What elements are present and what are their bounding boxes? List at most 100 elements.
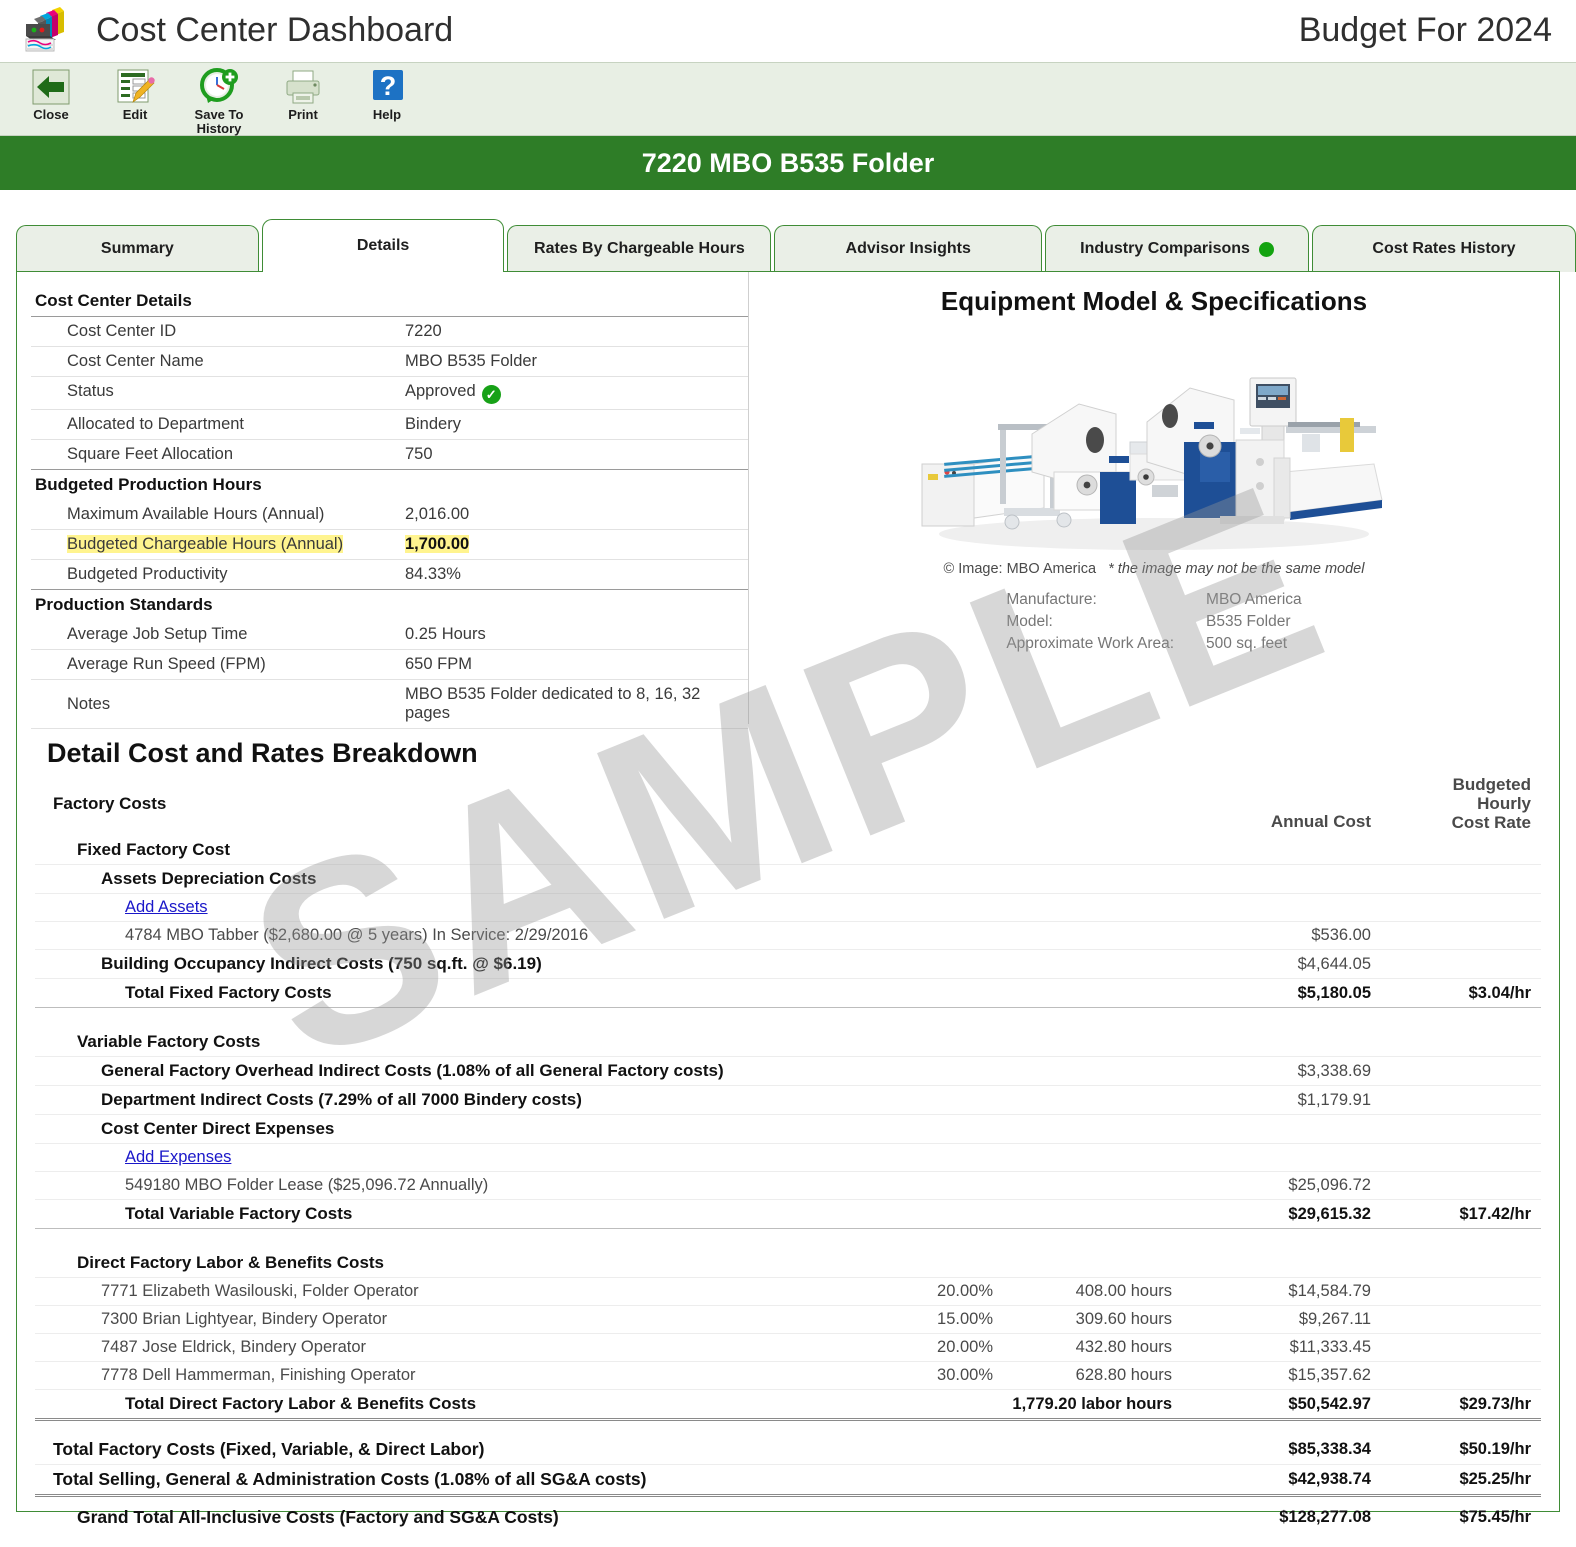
empty-cell <box>995 921 1194 950</box>
factory-costs-group-title: Factory Costs <box>53 793 167 813</box>
employee-hours: 408.00 hours <box>995 1277 1194 1306</box>
subsection-title: Direct Factory Labor & Benefits Costs <box>35 1249 881 1278</box>
group-assets-depreciation: Assets Depreciation Costs <box>35 864 1541 894</box>
spacer-row <box>35 1008 1541 1029</box>
row-label: Budgeted Chargeable Hours (Annual) <box>31 529 401 560</box>
table-row: Status Approved ✓ <box>31 376 748 410</box>
table-row: Building Occupancy Indirect Costs (750 s… <box>35 949 1541 979</box>
tab-rates-by-chargeable-hours[interactable]: Rates By Chargeable Hours <box>507 225 772 272</box>
save-to-history-button[interactable]: Save To History <box>188 63 250 135</box>
total-sga-costs-row: Total Selling, General & Administration … <box>35 1464 1541 1497</box>
spacer-hours <box>995 771 1194 836</box>
total-rate: $50.19/hr <box>1379 1435 1541 1465</box>
empty-cell <box>881 978 995 1008</box>
back-arrow-icon <box>31 67 71 107</box>
details-panel: Cost Center Details Cost Center ID 7220 … <box>16 271 1560 1527</box>
tab-strip: Summary Details Rates By Chargeable Hour… <box>0 216 1576 272</box>
empty-cell <box>881 1028 995 1057</box>
row-value: 7220 <box>401 316 748 347</box>
table-row: Budgeted Productivity 84.33% <box>31 559 748 590</box>
close-button[interactable]: Close <box>20 63 82 121</box>
breakdown-title: Detail Cost and Rates Breakdown <box>47 738 478 768</box>
total-rate: $29.73/hr <box>1379 1389 1541 1420</box>
dashboard-page: Cost Center Dashboard Budget For 2024 Cl… <box>0 0 1576 1547</box>
row-label: Square Feet Allocation <box>31 439 401 470</box>
row-label: Maximum Available Hours (Annual) <box>31 500 401 530</box>
spacer-row <box>35 1418 1541 1435</box>
subsection-direct-factory-labor: Direct Factory Labor & Benefits Costs <box>35 1249 1541 1278</box>
empty-cell <box>1379 893 1541 922</box>
tab-industry-comparisons[interactable]: Industry Comparisons <box>1045 225 1310 272</box>
add-expenses-cell: Add Expenses <box>35 1143 881 1172</box>
help-button-label: Help <box>372 107 402 122</box>
empty-cell <box>881 1496 995 1533</box>
total-label: Total Direct Factory Labor & Benefits Co… <box>35 1389 881 1420</box>
add-assets-link[interactable]: Add Assets <box>125 898 208 916</box>
empty-cell <box>1379 1171 1541 1200</box>
total-amount: $29,615.32 <box>1194 1199 1379 1229</box>
toolbar: Close Edit Save To History Print ? Help <box>0 62 1576 136</box>
group-title: Assets Depreciation Costs <box>35 864 881 894</box>
empty-cell <box>1194 1143 1379 1172</box>
expense-label: 549180 MBO Folder Lease ($25,096.72 Annu… <box>35 1171 881 1200</box>
tab-details[interactable]: Details <box>261 219 505 272</box>
empty-cell <box>1379 1277 1541 1306</box>
employee-label: 7487 Jose Eldrick, Bindery Operator <box>35 1333 881 1362</box>
print-button-label: Print <box>288 107 318 122</box>
employee-percent: 20.00% <box>881 1333 995 1362</box>
tab-summary[interactable]: Summary <box>16 225 259 272</box>
empty-cell <box>881 1056 995 1086</box>
row-value: 650 FPM <box>401 649 748 680</box>
empty-cell <box>995 864 1194 894</box>
tab-industry-comparisons-label: Industry Comparisons <box>1080 240 1250 257</box>
subsection-title: Fixed Factory Cost <box>35 836 881 865</box>
table-row: 7487 Jose Eldrick, Bindery Operator 20.0… <box>35 1333 1541 1362</box>
empty-cell <box>995 1056 1194 1086</box>
empty-cell <box>881 1249 995 1278</box>
section-title: Budgeted Production Hours <box>35 475 262 494</box>
rate-header-line3: Cost Rate <box>1451 813 1531 832</box>
page-title: Cost Center Dashboard <box>96 11 454 49</box>
group-title: Cost Center Direct Expenses <box>35 1114 881 1144</box>
equipment-specs: Manufacture: MBO America Model: B535 Fol… <box>749 589 1559 655</box>
table-row: 7300 Brian Lightyear, Bindery Operator 1… <box>35 1305 1541 1334</box>
empty-cell <box>995 1171 1194 1200</box>
grand-total-rate: $75.45/hr <box>1459 1508 1531 1526</box>
empty-cell <box>995 1496 1194 1533</box>
breakdown-column-headers: Factory Costs Annual Cost Budgeted Hourl… <box>35 771 1541 836</box>
printer-cartridges-icon <box>22 6 84 58</box>
row-label: Average Job Setup Time <box>31 620 401 650</box>
tab-cost-rates-history[interactable]: Cost Rates History <box>1312 225 1576 272</box>
empty-cell <box>881 864 995 894</box>
empty-cell <box>1379 1249 1541 1278</box>
table-row: 549180 MBO Folder Lease ($25,096.72 Annu… <box>35 1171 1541 1200</box>
employee-hours: 432.80 hours <box>995 1333 1194 1362</box>
table-row: Allocated to Department Bindery <box>31 409 748 440</box>
empty-cell <box>881 1171 995 1200</box>
add-expenses-link[interactable]: Add Expenses <box>125 1148 231 1166</box>
tab-advisor-insights[interactable]: Advisor Insights <box>774 225 1043 272</box>
spec-value: MBO America <box>1206 591 1302 608</box>
rate-header-line2: Hourly <box>1477 794 1531 813</box>
row-label: Cost Center ID <box>31 316 401 347</box>
empty-cell <box>995 978 1194 1008</box>
status-value: Approved <box>405 382 476 400</box>
table-row: Add Expenses <box>35 1143 1541 1172</box>
question-mark-icon: ? <box>367 67 407 107</box>
row-value: 2,016.00 <box>401 500 748 530</box>
empty-cell <box>995 836 1194 865</box>
column-header-budgeted-hourly-cost-rate: Budgeted Hourly Cost Rate <box>1379 771 1541 836</box>
cost-breakdown-table: Factory Costs Annual Cost Budgeted Hourl… <box>35 771 1541 1532</box>
edit-button[interactable]: Edit <box>104 63 166 121</box>
subsection-title: Variable Factory Costs <box>35 1028 881 1057</box>
employee-label: 7778 Dell Hammerman, Finishing Operator <box>35 1361 881 1390</box>
expense-amount: $25,096.72 <box>1194 1171 1379 1200</box>
empty-cell <box>995 1143 1194 1172</box>
table-row: Cost Center Name MBO B535 Folder <box>31 346 748 377</box>
empty-cell <box>995 1435 1194 1465</box>
empty-cell <box>995 949 1194 979</box>
empty-cell <box>995 1199 1194 1229</box>
equipment-credit-note: * the image may not be the same model <box>1108 561 1365 577</box>
help-button[interactable]: ? Help <box>356 63 418 121</box>
print-button[interactable]: Print <box>272 63 334 121</box>
